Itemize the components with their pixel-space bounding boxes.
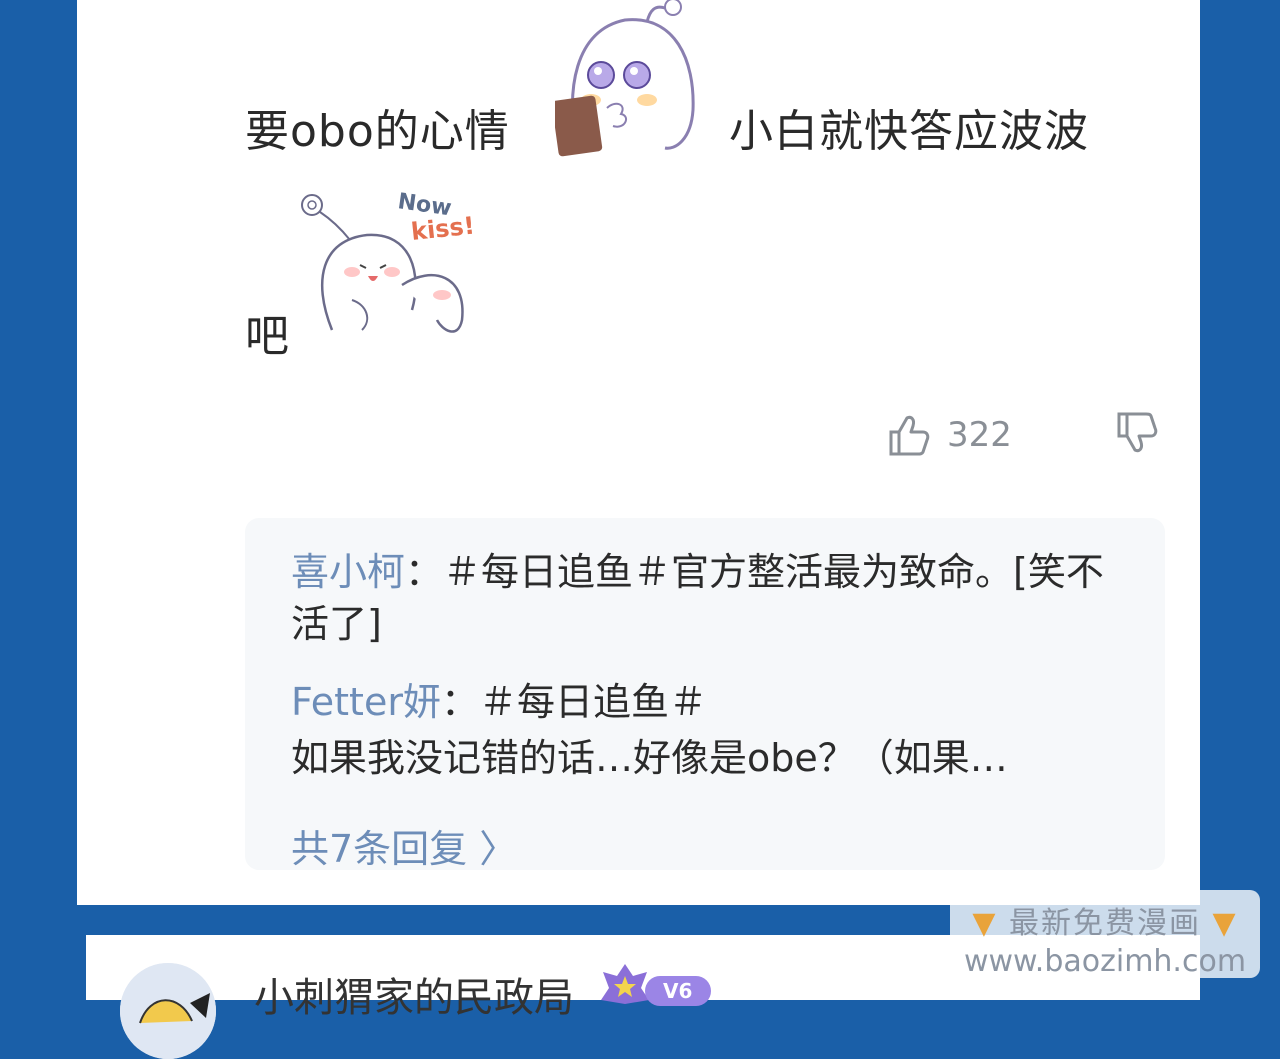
more-replies-link[interactable]: 共7条回复 〉 — [291, 818, 517, 873]
sticker-now-kiss: Now kiss! — [301, 189, 476, 333]
replies-box: 喜小柯：＃每日追鱼＃官方整活最为致命。[笑不活了] Fetter妍：＃每日追鱼＃… — [245, 518, 1165, 873]
comment-text-part3: 吧 — [245, 311, 289, 362]
pointing-down-icon: ▼ — [1212, 906, 1238, 941]
avatar-image — [120, 963, 216, 1059]
comment-text-part2: 小白就快答应波波 — [729, 106, 1089, 157]
watermark-line1: ▼ 最新免费漫画 ▼ — [950, 898, 1260, 942]
like-button[interactable]: 322 — [885, 410, 1012, 460]
comment-text-part1: 要obo的心情 — [245, 106, 510, 157]
thumbs-down-icon — [1117, 412, 1158, 453]
dislike-button[interactable] — [1113, 410, 1159, 460]
watermark-title: 最新免费漫画 — [1009, 906, 1201, 941]
reply-author[interactable]: 喜小柯 — [291, 550, 405, 594]
like-count: 322 — [947, 415, 1012, 455]
pointing-down-icon: ▼ — [972, 906, 998, 941]
reply-author[interactable]: Fetter妍 — [291, 680, 441, 724]
reply-item[interactable]: Fetter妍：＃每日追鱼＃ — [291, 676, 1121, 728]
sticker-shy-ghost — [555, 0, 695, 157]
reply-text: ：＃每日追鱼＃官方整活最为致命。[笑不活了] — [291, 550, 1104, 646]
username[interactable]: 小刺猬家的民政局 — [254, 965, 574, 1023]
reply-text: ：＃每日追鱼＃ — [440, 680, 707, 724]
reply-item[interactable]: 喜小柯：＃每日追鱼＃官方整活最为致命。[笑不活了] — [291, 546, 1121, 650]
site-watermark: ▼ 最新免费漫画 ▼ www.baozimh.com — [950, 890, 1260, 979]
watermark-url: www.baozimh.com — [963, 944, 1247, 979]
thumbs-up-icon — [889, 415, 930, 456]
comment-card: 要obo的心情 小白就快答应波波 吧 Now kiss! 322 喜小柯：＃每日… — [77, 0, 1200, 905]
sticker-text-kiss: kiss! — [410, 211, 476, 246]
vip-level-badge: V6 — [601, 964, 711, 1006]
comment-line-1: 要obo的心情 — [245, 95, 510, 159]
avatar[interactable] — [120, 963, 216, 1059]
reply-text-continued: 如果我没记错的话…好像是obe？（如果… — [291, 736, 1008, 780]
vip-level-text: V6 — [663, 979, 692, 1003]
